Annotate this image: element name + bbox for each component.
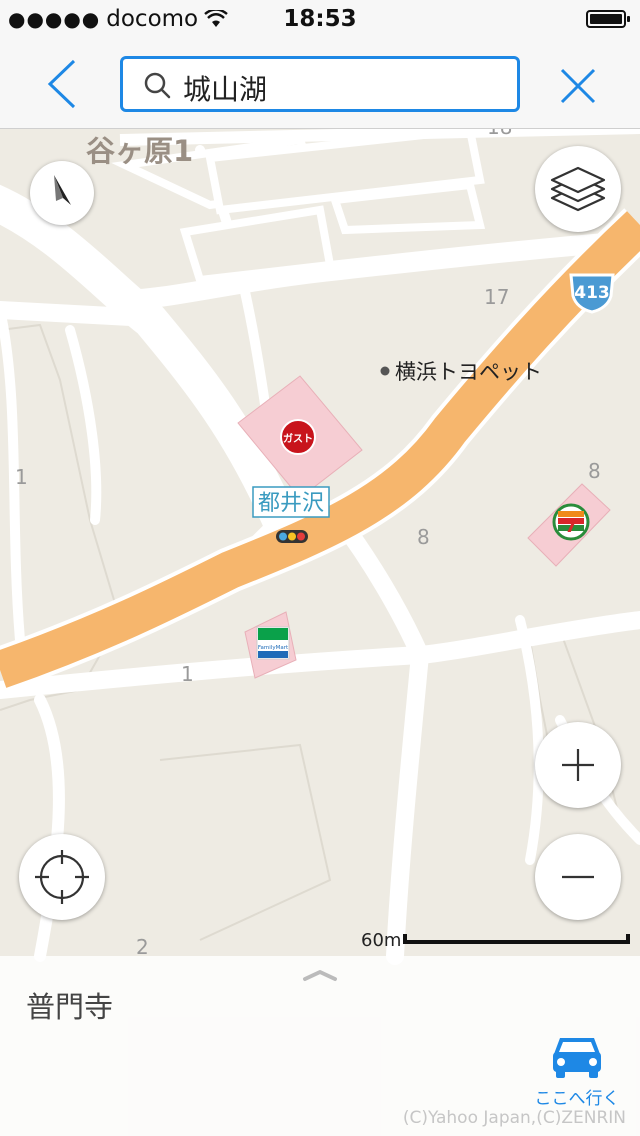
svg-text:7: 7: [565, 516, 578, 537]
block-number: 8: [588, 459, 601, 483]
zoom-in-button[interactable]: [535, 722, 621, 808]
poi-toyopet-label[interactable]: 横浜トヨペット: [395, 360, 542, 384]
block-number: 1: [15, 465, 28, 489]
search-query: 城山湖: [183, 73, 268, 106]
traffic-signal-icon: [276, 530, 308, 543]
intersection-label[interactable]: 都井沢: [252, 486, 330, 518]
close-icon: [560, 68, 596, 104]
layers-icon: [550, 166, 606, 212]
status-bar: ●●●●● docomo 18:53: [0, 0, 640, 40]
status-time: 18:53: [283, 6, 357, 32]
back-button[interactable]: [38, 58, 88, 110]
clear-search-button[interactable]: [556, 64, 600, 108]
current-location-button[interactable]: [19, 834, 105, 920]
svg-text:60m: 60m: [361, 930, 401, 951]
search-input[interactable]: 城山湖: [120, 56, 520, 112]
chevron-up-icon[interactable]: [302, 968, 338, 982]
zoom-out-button[interactable]: [535, 834, 621, 920]
poi-dot: [380, 366, 390, 376]
go-here-label: ここへ行く: [534, 1089, 620, 1109]
plus-icon: [562, 749, 594, 781]
familymart-icon[interactable]: FamilyMart: [256, 626, 290, 660]
search-bar: 城山湖: [0, 40, 640, 129]
battery-icon: [586, 10, 630, 28]
area-label: 谷ヶ原1: [86, 134, 193, 168]
chevron-left-icon: [47, 59, 76, 109]
go-here-button[interactable]: ここへ行く: [534, 1032, 620, 1112]
svg-text:都井沢: 都井沢: [258, 491, 324, 516]
map-copyright: (C)Yahoo Japan,(C)ZENRIN: [402, 1108, 626, 1128]
place-name: 普門寺: [26, 990, 114, 1024]
compass-icon: [54, 175, 71, 205]
seven-eleven-icon[interactable]: 7: [552, 503, 590, 541]
crosshair-icon: [35, 850, 89, 904]
compass-button[interactable]: [30, 161, 94, 225]
gusto-icon[interactable]: ガスト: [280, 419, 316, 455]
route-number: 413: [574, 283, 610, 303]
block-number: 1: [181, 662, 194, 686]
minus-icon: [562, 875, 594, 879]
svg-text:ガスト: ガスト: [283, 432, 313, 445]
block-number: 17: [484, 285, 509, 309]
layers-button[interactable]: [535, 146, 621, 232]
block-number: 8: [417, 525, 430, 549]
search-icon: [144, 72, 171, 99]
car-icon: [553, 1038, 601, 1078]
svg-text:FamilyMart: FamilyMart: [258, 645, 289, 651]
